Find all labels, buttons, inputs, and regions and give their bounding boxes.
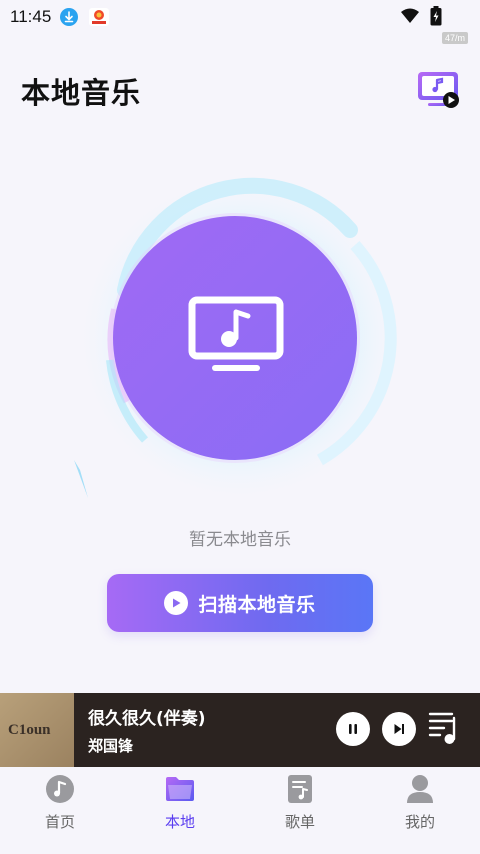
album-art-text: C1oun bbox=[8, 722, 51, 738]
music-disc-icon bbox=[44, 773, 76, 805]
battery-icon bbox=[430, 6, 442, 30]
status-bar: 11:45 bbox=[0, 0, 480, 34]
track-title: 很久很久(伴奏) bbox=[88, 709, 206, 729]
nav-label-playlist: 歌单 bbox=[284, 813, 315, 831]
status-indicators bbox=[400, 6, 442, 30]
play-icon bbox=[164, 591, 189, 615]
next-track-button[interactable] bbox=[382, 712, 416, 746]
scan-local-music-button[interactable]: 扫描本地音乐 bbox=[107, 574, 373, 632]
empty-state-illustration bbox=[70, 170, 405, 510]
track-artist: 郑国锋 bbox=[88, 737, 134, 755]
wifi-icon bbox=[400, 8, 420, 28]
nav-item-profile[interactable]: 我的 bbox=[360, 767, 480, 854]
profile-icon bbox=[404, 773, 436, 805]
nav-item-playlist[interactable]: 歌单 bbox=[240, 767, 360, 854]
mini-player[interactable]: C1oun 很久很久(伴奏) 郑国锋 bbox=[0, 693, 480, 767]
track-info[interactable]: 很久很久(伴奏) 郑国锋 bbox=[88, 704, 206, 756]
skip-next-icon bbox=[394, 724, 404, 734]
app-notification-icon bbox=[89, 8, 110, 26]
album-art[interactable]: C1oun bbox=[0, 693, 74, 767]
network-speed-badge: 47/m bbox=[441, 32, 468, 44]
nav-item-home[interactable]: 首页 bbox=[0, 767, 120, 854]
folder-icon bbox=[164, 773, 196, 805]
bottom-nav: 首页 本地 歌单 我的 bbox=[0, 767, 480, 854]
playlist-icon bbox=[428, 712, 456, 744]
download-icon bbox=[60, 8, 79, 26]
page-title: 本地音乐 bbox=[21, 76, 142, 110]
scan-button-label: 扫描本地音乐 bbox=[198, 593, 316, 616]
nav-label-local: 本地 bbox=[164, 813, 195, 831]
music-tv-button[interactable] bbox=[416, 70, 462, 110]
pause-button[interactable] bbox=[336, 712, 370, 746]
nav-label-profile: 我的 bbox=[404, 813, 435, 831]
empty-state-text: 暂无本地音乐 bbox=[189, 530, 291, 550]
song-list-icon bbox=[284, 773, 316, 805]
music-tv-icon bbox=[418, 72, 459, 108]
status-time: 11:45 bbox=[10, 7, 52, 26]
pause-icon bbox=[349, 724, 357, 734]
nav-item-local[interactable]: 本地 bbox=[120, 767, 240, 854]
playlist-button[interactable] bbox=[428, 710, 460, 746]
nav-label-home: 首页 bbox=[44, 813, 75, 831]
